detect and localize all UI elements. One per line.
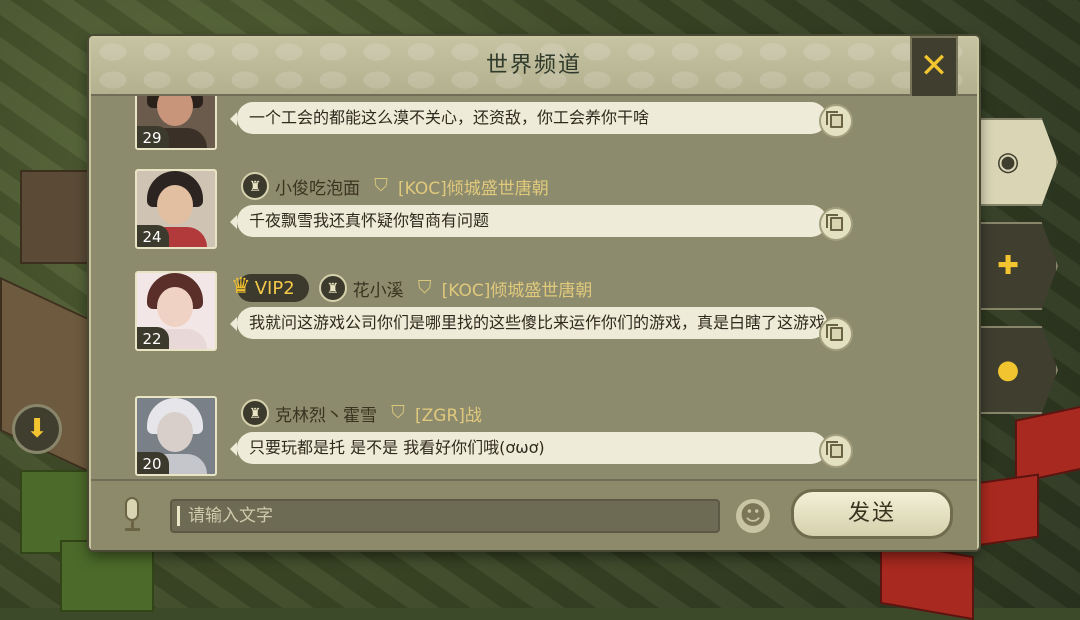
microphone-icon[interactable] (121, 497, 143, 533)
emoji-icon: ☻ (739, 501, 767, 531)
guild-name: [ZGR]战 (415, 405, 482, 426)
player-level: 24 (137, 225, 169, 247)
username[interactable]: 花小溪 (353, 276, 404, 301)
avatar[interactable]: 20 (135, 396, 217, 476)
copy-button[interactable] (819, 207, 853, 241)
copy-icon (826, 324, 843, 341)
globe-icon: ◉ (996, 147, 1020, 177)
avatar[interactable]: 29 (135, 96, 217, 150)
guild-name: [KOC]倾城盛世唐朝 (441, 280, 593, 301)
guild-shield-icon: ⛉ (391, 402, 405, 423)
message-bubble: 我就问这游戏公司你们是哪里找的这些傻比来运作你们的游戏，真是白瞎了这游戏 (230, 307, 827, 339)
player-level: 20 (137, 452, 169, 474)
message-meta: ♛ VIP2 ♜ 花小溪 ⛉ [KOC]倾城盛世唐朝 (231, 273, 593, 303)
building (20, 170, 94, 264)
close-icon: ✕ (919, 46, 949, 86)
guild-shield-icon: ⛉ (417, 277, 432, 298)
copy-button[interactable] (819, 434, 853, 468)
message-text: 一个工会的都能这么漠不关心，还资敌，你工会养你干啥 (249, 108, 650, 127)
emoji-button[interactable]: ☻ (736, 499, 770, 533)
message-text: 我就问这游戏公司你们是哪里找的这些傻比来运作你们的游戏，真是白瞎了这游戏 (249, 313, 826, 332)
building-roof (1015, 404, 1080, 484)
guild-shield-icon: ⛉ (374, 175, 388, 196)
rank-icon: ♜ (241, 399, 269, 427)
message-bubble: 一个工会的都能这么漠不关心，还资敌，你工会养你干啥 (230, 102, 827, 134)
building-roof (975, 473, 1039, 547)
message-meta: ♜ 克林烈丶霍雪 ⛉ [ZGR]战 (241, 398, 482, 428)
chat-panel: 世界频道 ✕ 29 一个工会的都能这么漠不关心，还资敌，你工会养你干啥 24 ♜… (89, 36, 979, 550)
player-level: 29 (137, 126, 169, 148)
username[interactable]: 克林烈丶霍雪 (275, 401, 377, 426)
copy-icon (826, 441, 843, 458)
guild-name: [KOC]倾城盛世唐朝 (398, 178, 549, 199)
scroll-down-button[interactable]: ⬇ (12, 404, 62, 454)
guild-shield-icon: ✚ (997, 251, 1019, 281)
tab-world-channel[interactable]: ◉ (976, 118, 1058, 206)
vip-badge: ♛ VIP2 (231, 274, 309, 302)
panel-title: 世界频道 (485, 53, 582, 78)
rank-icon: ♜ (318, 274, 347, 302)
copy-button[interactable] (819, 104, 853, 138)
copy-icon (826, 214, 843, 231)
text-caret (177, 506, 180, 526)
chat-message-list[interactable]: 29 一个工会的都能这么漠不关心，还资敌，你工会养你干啥 24 ♜ 小俊吃泡面 … (91, 96, 977, 479)
message-text: 只要玩都是托 是不是 我看好你们哦(ơωơ) (249, 438, 545, 457)
private-chat-icon: ● (996, 355, 1020, 385)
input-bar: ☻ 发送 (91, 479, 977, 550)
farm-field (60, 540, 154, 612)
copy-icon (826, 111, 843, 128)
player-level: 22 (137, 327, 169, 349)
avatar[interactable]: 22 (135, 271, 217, 351)
arrow-down-icon: ⬇ (26, 414, 48, 444)
vip-level: VIP2 (254, 277, 295, 299)
message-meta: ♜ 小俊吃泡面 ⛉ [KOC]倾城盛世唐朝 (241, 171, 549, 201)
send-button[interactable]: 发送 (791, 489, 953, 539)
tab-guild-channel[interactable]: ✚ (976, 222, 1058, 310)
message-bubble: 只要玩都是托 是不是 我看好你们哦(ơωơ) (230, 432, 827, 464)
crown-icon: ♛ (231, 273, 251, 299)
rank-icon: ♜ (241, 172, 269, 200)
copy-button[interactable] (819, 317, 853, 351)
tab-private-chat[interactable]: ● (976, 326, 1058, 414)
message-bubble: 千夜飘雪我还真怀疑你智商有问题 (230, 205, 827, 237)
username[interactable]: 小俊吃泡面 (275, 174, 360, 199)
avatar[interactable]: 24 (135, 169, 217, 249)
message-text: 千夜飘雪我还真怀疑你智商有问题 (249, 211, 490, 230)
chat-text-input[interactable] (170, 499, 720, 533)
